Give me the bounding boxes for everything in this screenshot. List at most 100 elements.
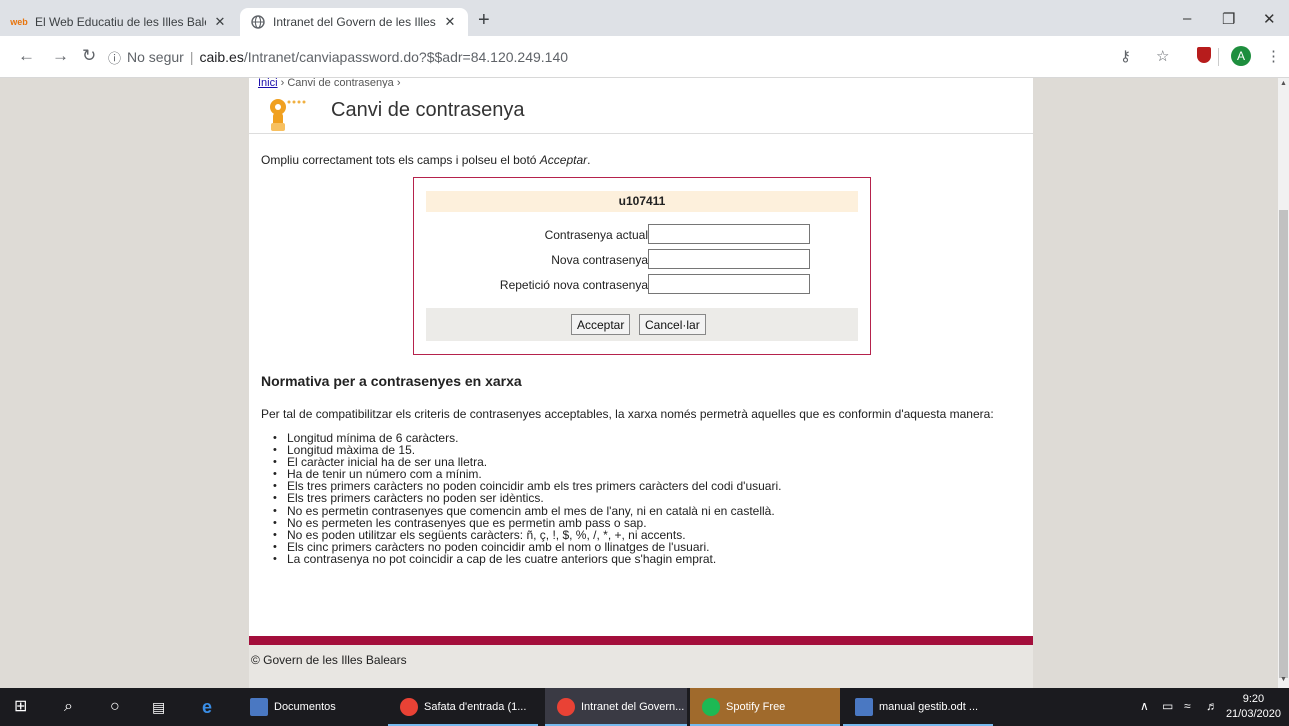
security-label[interactable]: No segur [127,49,184,65]
menu-icon[interactable]: ⋮ [1266,47,1281,67]
taskbar-item-manual[interactable]: manual gestib.odt ... [843,688,993,726]
page-title: Canvi de contrasenya [331,99,525,121]
document-icon [250,698,268,716]
new-password-label: Nova contrasenya [551,253,648,267]
globe-icon [250,14,266,30]
tab-intranet[interactable]: Intranet del Govern de les Illes B ✕ [240,8,468,36]
windows-taskbar: ⊞ ⌕ ○ ▤ e Documentos Safata d'entrada (1… [0,688,1289,726]
rules-heading: Normativa per a contrasenyes en xarxa [261,373,522,389]
content-area: Inici › Canvi de contrasenya › Canvi de … [249,78,1033,636]
spotify-icon [702,698,720,716]
chrome-icon [557,698,575,716]
taskbar-item-spotify[interactable]: Spotify Free [690,688,840,726]
breadcrumb-separator: › [396,78,401,88]
vertical-scrollbar[interactable]: ▲ ▼ [1278,78,1289,688]
repeat-password-input[interactable] [648,274,810,294]
new-password-row: Nova contrasenya [414,249,870,270]
breadcrumb-home-link[interactable]: Inici [258,78,278,88]
cancel-button[interactable]: Cancel·lar [639,314,706,335]
current-password-label: Contrasenya actual [544,228,648,242]
intro-text: Ompliu correctament tots els camps i pol… [261,153,591,167]
windows-start-icon[interactable]: ⊞ [14,697,27,717]
taskbar-item-safata[interactable]: Safata d'entrada (1... [388,688,538,726]
new-tab-button[interactable]: + [478,10,490,30]
clock-date: 21/03/2020 [1225,708,1281,720]
intro-emphasis: Acceptar [539,153,588,167]
repeat-password-label: Repetició nova contrasenya [499,278,648,292]
breadcrumb-current: Canvi de contrasenya [287,78,394,88]
repeat-password-row: Repetició nova contrasenya [414,274,870,295]
search-icon[interactable]: ⌕ [64,697,73,717]
current-password-row: Contrasenya actual [414,224,870,245]
password-key-icon [270,99,306,131]
tab-title: El Web Educatiu de les Illes Balea [35,15,206,29]
tab-strip: web El Web Educatiu de les Illes Balea ✕… [0,0,1289,36]
intro-prefix: Ompliu correctament tots els camps i pol… [261,153,540,167]
clock-time: 9:20 [1242,693,1265,705]
taskbar-item-label: Safata d'entrada (1... [424,701,527,713]
scroll-up-icon[interactable]: ▲ [1279,80,1288,87]
bookmark-star-icon[interactable]: ☆ [1156,47,1169,67]
new-password-input[interactable] [648,249,810,269]
rules-list: Longitud mínima de 6 caràcters. Longitud… [273,432,781,565]
taskbar-item-label: Intranet del Govern... [581,701,685,713]
wifi-icon[interactable]: ≈ [1184,699,1191,713]
ublock-shield-icon[interactable] [1197,47,1211,63]
close-tab-icon[interactable]: ✕ [212,14,228,30]
taskbar-item-intranet[interactable]: Intranet del Govern... [545,688,687,726]
edge-icon[interactable]: e [202,697,212,717]
battery-icon[interactable]: ▭ [1162,699,1173,713]
chrome-icon [400,698,418,716]
intro-suffix: . [587,153,591,167]
volume-icon[interactable]: ♬ [1206,699,1218,713]
maximize-icon[interactable]: ❐ [1222,10,1235,28]
breadcrumb-separator: › [280,78,285,88]
rules-intro: Per tal de compatibilitzar els criteris … [261,407,994,421]
key-icon[interactable]: ⚷ [1120,47,1131,67]
scroll-down-icon[interactable]: ▼ [1279,676,1288,683]
scrollbar-thumb[interactable] [1279,210,1288,678]
list-item: Els tres primers caràcters no poden ser … [273,492,781,504]
list-item: La contrasenya no pot coincidir a cap de… [273,553,781,565]
address-bar[interactable]: ⓘ No segur | caib.es/Intranet/canviapass… [108,42,1108,72]
close-window-icon[interactable]: ✕ [1263,10,1276,28]
page-container: Inici › Canvi de contrasenya › Canvi de … [249,78,1033,688]
taskbar-item-label: Documentos [274,701,336,713]
profile-avatar[interactable]: A [1231,46,1251,66]
breadcrumb: Inici › Canvi de contrasenya › [258,78,401,88]
tab-web-educatiu[interactable]: web El Web Educatiu de les Illes Balea ✕ [0,8,238,36]
url-host: caib.es [199,49,244,65]
accept-button[interactable]: Acceptar [571,314,631,335]
footer-copyright: © Govern de les Illes Balears [251,653,407,667]
list-item: No es permetin contrasenyes que comencin… [273,505,781,517]
back-arrow-icon[interactable]: ← [18,46,35,66]
taskbar-item-documentos[interactable]: Documentos [238,688,376,726]
address-separator: | [189,49,194,65]
url-path: /Intranet/canviapassword.do?$$adr=84.120… [243,49,569,65]
list-item: No es permeten les contrasenyes que es p… [273,517,781,529]
page-header: Canvi de contrasenya [249,88,1033,134]
username-bar: u107411 [426,191,858,212]
password-change-form: u107411 Contrasenya actual Nova contrase… [413,177,871,355]
form-button-bar: Acceptar Cancel·lar [426,308,858,341]
taskbar-item-label: Spotify Free [726,701,786,713]
toolbar-divider [1218,48,1219,66]
minimize-icon[interactable]: – [1183,10,1191,27]
tab-title: Intranet del Govern de les Illes B [273,15,436,29]
forward-arrow-icon[interactable]: → [52,46,69,66]
footer-accent-bar [249,636,1033,645]
document-icon [855,698,873,716]
page-viewport: Inici › Canvi de contrasenya › Canvi de … [0,78,1278,688]
web-favicon-icon: web [10,17,28,27]
browser-toolbar: ← → ↻ ⓘ No segur | caib.es/Intranet/canv… [0,36,1289,78]
task-view-icon[interactable]: ▤ [152,697,165,717]
tray-expand-icon[interactable]: ∧ [1140,699,1149,713]
reload-icon[interactable]: ↻ [82,46,96,66]
current-password-input[interactable] [648,224,810,244]
system-clock[interactable]: 9:20 21/03/2020 [1226,692,1281,722]
cortana-icon[interactable]: ○ [110,697,120,717]
page-footer: © Govern de les Illes Balears [249,645,1033,688]
close-tab-icon[interactable]: ✕ [442,14,458,30]
info-icon[interactable]: ⓘ [108,48,121,67]
taskbar-item-label: manual gestib.odt ... [879,701,979,713]
